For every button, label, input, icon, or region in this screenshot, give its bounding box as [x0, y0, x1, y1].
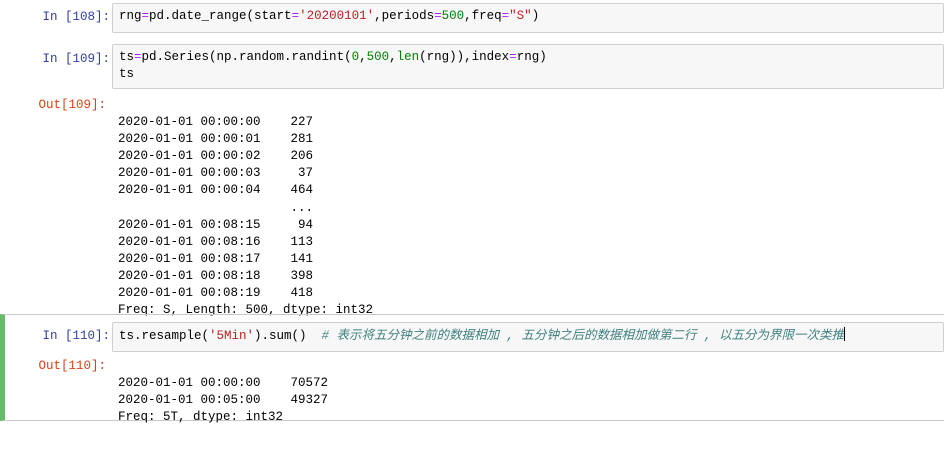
code-line: ts=pd.Series(np.random.randint(0,500,len…: [119, 50, 547, 64]
output-line: 2020-01-01 00:00:00 70572: [118, 376, 329, 391]
output-line: 2020-01-01 00:00:01 281: [118, 132, 314, 147]
output-line: 2020-01-01 00:08:15 94: [118, 217, 314, 232]
code-line: ts.resample('5Min').sum() # 表示将五分钟之前的数据相…: [119, 329, 845, 343]
output-text: 2020-01-01 00:00:00 70572 2020-01-01 00:0…: [118, 358, 328, 461]
output-prompt: Out[110]:: [38, 359, 106, 373]
output-line: ...: [118, 200, 314, 215]
input-prompt: In [109]:: [42, 52, 110, 66]
output-prompt: Out[109]:: [38, 98, 106, 112]
code-line: rng=pd.date_range(start='20200101',perio…: [119, 9, 540, 23]
output-line: 2020-01-01 00:08:19 418: [118, 286, 314, 301]
output-line: 2020-01-01 00:05:00 49327: [118, 393, 329, 408]
input-prompt: In [110]:: [42, 329, 110, 343]
code-editor[interactable]: ts.resample('5Min').sum() # 表示将五分钟之前的数据相…: [112, 322, 944, 352]
code-editor[interactable]: ts=pd.Series(np.random.randint(0,500,len…: [112, 44, 944, 89]
output-line: 2020-01-01 00:08:17 141: [118, 251, 314, 266]
output-line: Freq: 5T, dtype: int32: [118, 410, 284, 425]
output-line: 2020-01-01 00:00:02 206: [118, 149, 314, 164]
notebook-cell-109[interactable]: In [109]: ts=pd.Series(np.random.randint…: [0, 42, 944, 317]
output-line: 2020-01-01 00:00:03 37: [118, 166, 314, 181]
output-line: 2020-01-01 00:00:04 464: [118, 183, 314, 198]
notebook-cell-110[interactable]: In [110]: ts.resample('5Min').sum() # 表示…: [0, 314, 944, 424]
code-editor[interactable]: rng=pd.date_range(start='20200101',perio…: [112, 3, 944, 33]
text-cursor: [844, 327, 846, 341]
output-line: 2020-01-01 00:08:18 398: [118, 268, 314, 283]
code-line: ts: [119, 67, 135, 81]
output-line: 2020-01-01 00:08:16 113: [118, 234, 314, 249]
notebook-cell-108[interactable]: In [108]: rng=pd.date_range(start='20200…: [0, 0, 944, 42]
output-line: 2020-01-01 00:00:00 227: [118, 115, 314, 130]
input-prompt: In [108]:: [42, 10, 110, 24]
